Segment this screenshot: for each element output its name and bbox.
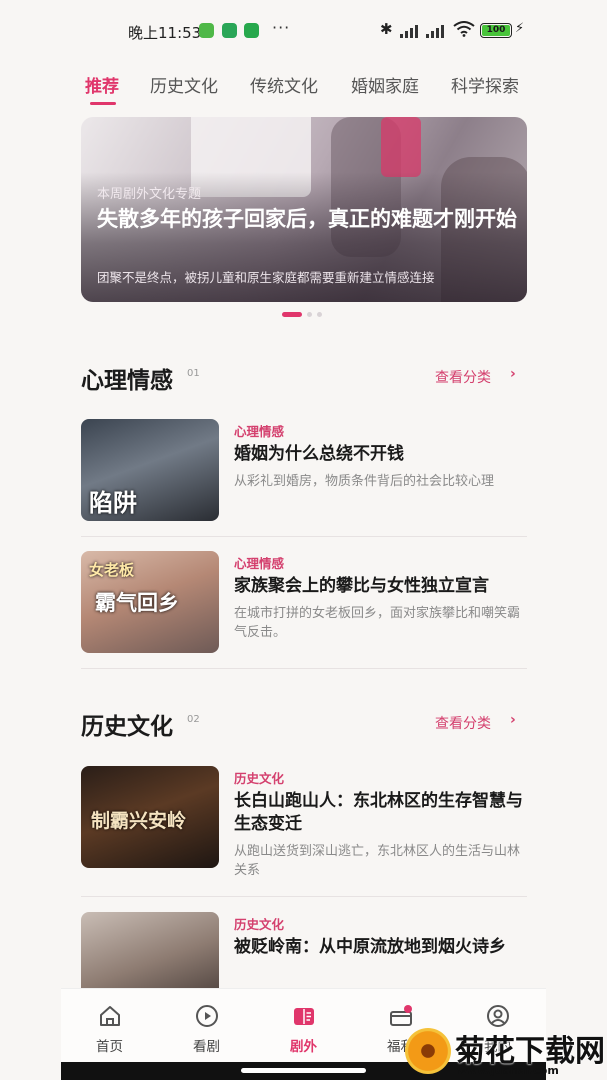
status-bar: 晚上11:53 ··· ✱ 100 ⚡ [0, 0, 607, 64]
nav-label: 剧外 [290, 1039, 317, 1055]
nav-home[interactable]: 首页 [61, 989, 158, 1061]
nav-label: 首页 [96, 1039, 123, 1055]
article-card[interactable]: 陷阱 心理情感 婚姻为什么总绕不开钱 从彩礼到婚房，物质条件背后的社会比较心理 [81, 419, 527, 523]
section-title: 历史文化 [81, 714, 173, 740]
section-number: 02 [187, 714, 200, 725]
article-card[interactable]: 女老板 霸气回乡 心理情感 家族聚会上的攀比与女性独立宣言 在城市打拼的女老板回… [81, 551, 527, 655]
nav-extras[interactable]: 剧外 [255, 989, 352, 1061]
signal-2-icon [426, 24, 448, 38]
charging-icon: ⚡ [515, 21, 525, 36]
tab-traditional-culture[interactable]: 传统文化 [250, 72, 318, 97]
phone-notification-icon [244, 23, 259, 38]
section-title: 心理情感 [81, 368, 173, 394]
tab-recommend[interactable]: 推荐 [85, 72, 119, 97]
category-tabs: 推荐 历史文化 传统文化 婚姻家庭 科学探索 [0, 68, 607, 108]
tab-history-culture[interactable]: 历史文化 [150, 72, 218, 97]
article-title: 家族聚会上的攀比与女性独立宣言 [234, 576, 489, 596]
active-tab-indicator [90, 102, 116, 105]
article-title: 婚姻为什么总绕不开钱 [234, 444, 404, 464]
article-title: 长白山跑山人：东北林区的生存智慧与生态变迁 [234, 791, 523, 834]
article-category: 心理情感 [234, 424, 285, 439]
tab-science-explore[interactable]: 科学探索 [451, 72, 519, 97]
article-category: 心理情感 [234, 556, 285, 571]
shield-notification-icon [222, 23, 237, 38]
watermark: 菊花下载网 www.juahar.com [405, 1026, 605, 1080]
book-icon [294, 1008, 314, 1025]
article-thumbnail: 女老板 霸气回乡 [81, 551, 219, 653]
divider [81, 668, 527, 669]
home-icon [100, 1006, 120, 1026]
article-description: 从跑山送货到深山逃亡，东北林区人的生活与山林关系 [234, 844, 521, 878]
signal-icon [400, 24, 422, 38]
more-notifications-icon: ··· [272, 18, 291, 37]
bluetooth-icon: ✱ [380, 20, 393, 38]
article-description: 在城市打拼的女老板回乡，面对家族攀比和嘲笑霸气反击。 [234, 606, 521, 640]
status-time: 晚上11:53 [128, 24, 202, 42]
nav-label: 看剧 [193, 1039, 220, 1055]
article-card[interactable]: 制霸兴安岭 历史文化 长白山跑山人：东北林区的生存智慧与生态变迁 从跑山送货到深… [81, 766, 527, 878]
section-number: 01 [187, 368, 200, 379]
carousel-dot-active[interactable] [282, 312, 302, 317]
carousel-dot[interactable] [317, 312, 322, 317]
home-indicator[interactable] [241, 1068, 366, 1073]
chevron-right-icon[interactable]: › [510, 712, 516, 728]
nav-watch[interactable]: 看剧 [158, 989, 255, 1061]
carousel-dot[interactable] [307, 312, 312, 317]
chevron-right-icon[interactable]: › [510, 366, 516, 382]
banner-kicker: 本周剧外文化专题 [97, 187, 202, 202]
banner-subtitle: 团聚不是终点，被拐儿童和原生家庭都需要重新建立情感连接 [97, 270, 435, 285]
view-category-link[interactable]: 查看分类 [435, 367, 491, 387]
article-thumbnail: 制霸兴安岭 [81, 766, 219, 868]
article-category: 历史文化 [234, 771, 285, 786]
divider [81, 536, 527, 537]
watermark-url: www.juahar.com [457, 1064, 559, 1077]
banner-image-shape [381, 117, 421, 177]
banner-title: 失散多年的孩子回家后，真正的难题才刚开始 [97, 207, 517, 231]
article-description: 从彩礼到婚房，物质条件背后的社会比较心理 [234, 474, 495, 489]
wechat-notification-icon [199, 23, 214, 38]
tab-marriage-family[interactable]: 婚姻家庭 [351, 72, 419, 97]
battery-icon: 100 [480, 23, 512, 38]
wifi-icon [453, 21, 475, 37]
divider [81, 896, 527, 897]
play-icon [196, 1005, 218, 1027]
view-category-link[interactable]: 查看分类 [435, 713, 491, 733]
chrysanthemum-logo-icon [405, 1028, 451, 1074]
article-title: 被贬岭南：从中原流放地到烟火诗乡 [234, 937, 506, 957]
featured-banner[interactable]: 本周剧外文化专题 失散多年的孩子回家后，真正的难题才刚开始 团聚不是终点，被拐儿… [81, 117, 527, 302]
article-thumbnail: 陷阱 [81, 419, 219, 521]
article-category: 历史文化 [234, 917, 285, 932]
